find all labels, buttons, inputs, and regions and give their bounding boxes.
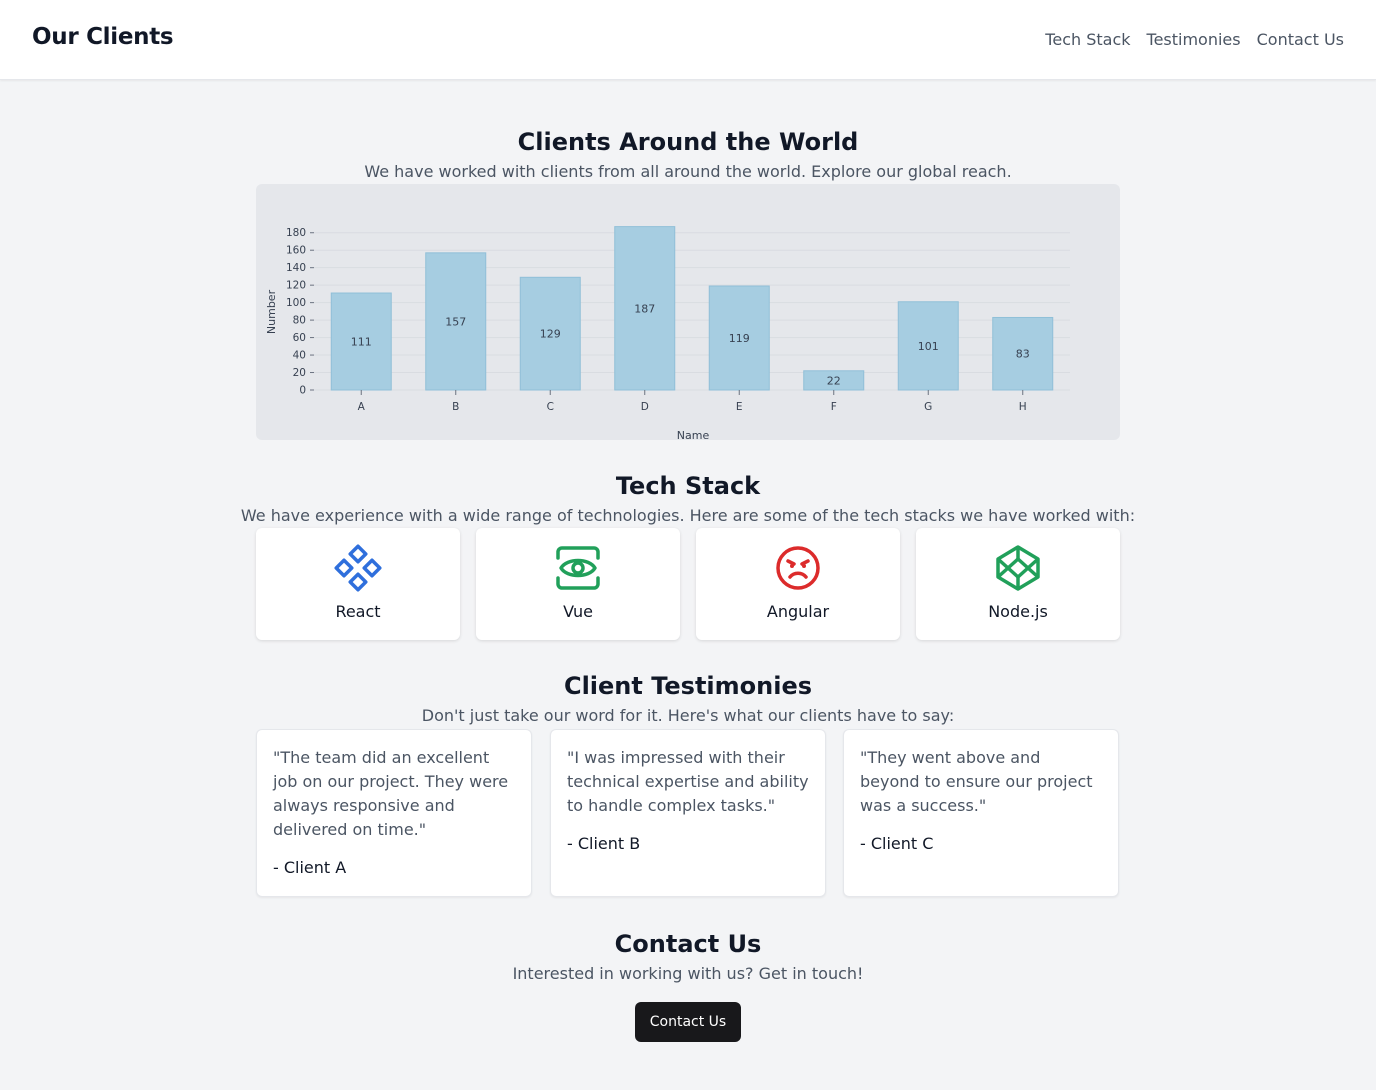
y-tick-label: 140 [286,262,306,274]
y-tick-label: 100 [286,297,306,309]
tech-label-vue: Vue [563,602,593,621]
bar-value-label: 187 [634,302,655,315]
contact-subtitle: Interested in working with us? Get in to… [512,964,864,983]
tech-card-react: React [256,528,460,640]
x-axis-label: Name [677,429,710,440]
bar-value-label: 157 [445,315,466,328]
bar-value-label: 129 [540,328,561,341]
angry-face-icon [776,546,820,590]
nav-tech-stack[interactable]: Tech Stack [1045,30,1130,49]
top-header: Our Clients Tech Stack Testimonies Conta… [0,0,1376,80]
x-tick-label: F [831,401,837,413]
eye-icon [556,546,600,590]
testimonies-subtitle: Don't just take our word for it. Here's … [421,706,955,725]
clients-chart: 0 20 40 60 80 100 120 140 160 180 111 A 157 B 129 C 187 D… [256,184,1120,440]
y-tick-label: 160 [286,245,306,257]
bar-value-label: 101 [918,340,939,353]
x-tick-label: H [1019,401,1027,413]
x-tick-label: E [736,401,743,413]
y-tick-label: 20 [293,367,306,379]
brand-title: Our Clients [32,24,174,50]
y-axis-label: Number [265,289,278,334]
y-tick-label: 40 [293,350,306,362]
y-tick-label: 0 [299,385,306,397]
bar-value-label: 111 [351,336,372,349]
bar-value-label: 83 [1016,348,1030,361]
tech-subtitle: We have experience with a wide range of … [240,506,1136,525]
tech-label-react: React [335,602,381,621]
contact-us-button[interactable]: Contact Us [635,1002,741,1042]
testimony-quote: "I was impressed with their technical ex… [567,748,809,815]
react-diamonds-icon [334,544,382,592]
testimony-card-b: "I was impressed with their technical ex… [550,729,826,897]
bar-value-label: 119 [729,332,750,345]
nav-testimonies[interactable]: Testimonies [1147,30,1241,49]
x-tick-label: B [452,401,459,413]
tech-card-vue: Vue [476,528,680,640]
testimony-card-a: "The team did an excellent job on our pr… [256,729,532,897]
testimony-card-c: "They went above and beyond to ensure ou… [843,729,1119,897]
testimony-quote: "The team did an excellent job on our pr… [273,748,509,839]
y-tick-label: 80 [293,315,306,327]
y-tick-label: 180 [286,227,306,239]
main-nav: Tech Stack Testimonies Contact Us [1045,30,1344,49]
bar-chart-svg: 0 20 40 60 80 100 120 140 160 180 111 A 157 B 129 C 187 D… [265,226,1070,440]
testimony-quote: "They went above and beyond to ensure ou… [860,748,1093,815]
tech-card-nodejs: Node.js [916,528,1120,640]
tech-label-angular: Angular [766,602,830,621]
testimonies-title: Client Testimonies [563,672,813,700]
x-tick-label: D [641,401,649,413]
y-tick-label: 120 [286,280,306,292]
testimony-author: - Client A [273,858,347,877]
testimony-author: - Client C [860,834,934,853]
tech-card-angular: Angular [696,528,900,640]
codepen-cube-icon [996,545,1040,591]
x-tick-label: C [547,401,554,413]
testimony-author: - Client B [567,834,641,853]
tech-label-nodejs: Node.js [988,602,1048,621]
tech-title: Tech Stack [615,472,761,500]
x-tick-label: G [924,401,932,413]
bar-value-label: 22 [827,374,841,387]
clients-title: Clients Around the World [517,128,859,156]
y-tick-label: 60 [293,332,306,344]
clients-subtitle: We have worked with clients from all aro… [364,162,1012,181]
nav-contact-us[interactable]: Contact Us [1257,30,1344,49]
contact-title: Contact Us [614,930,762,958]
x-tick-label: A [358,401,366,413]
